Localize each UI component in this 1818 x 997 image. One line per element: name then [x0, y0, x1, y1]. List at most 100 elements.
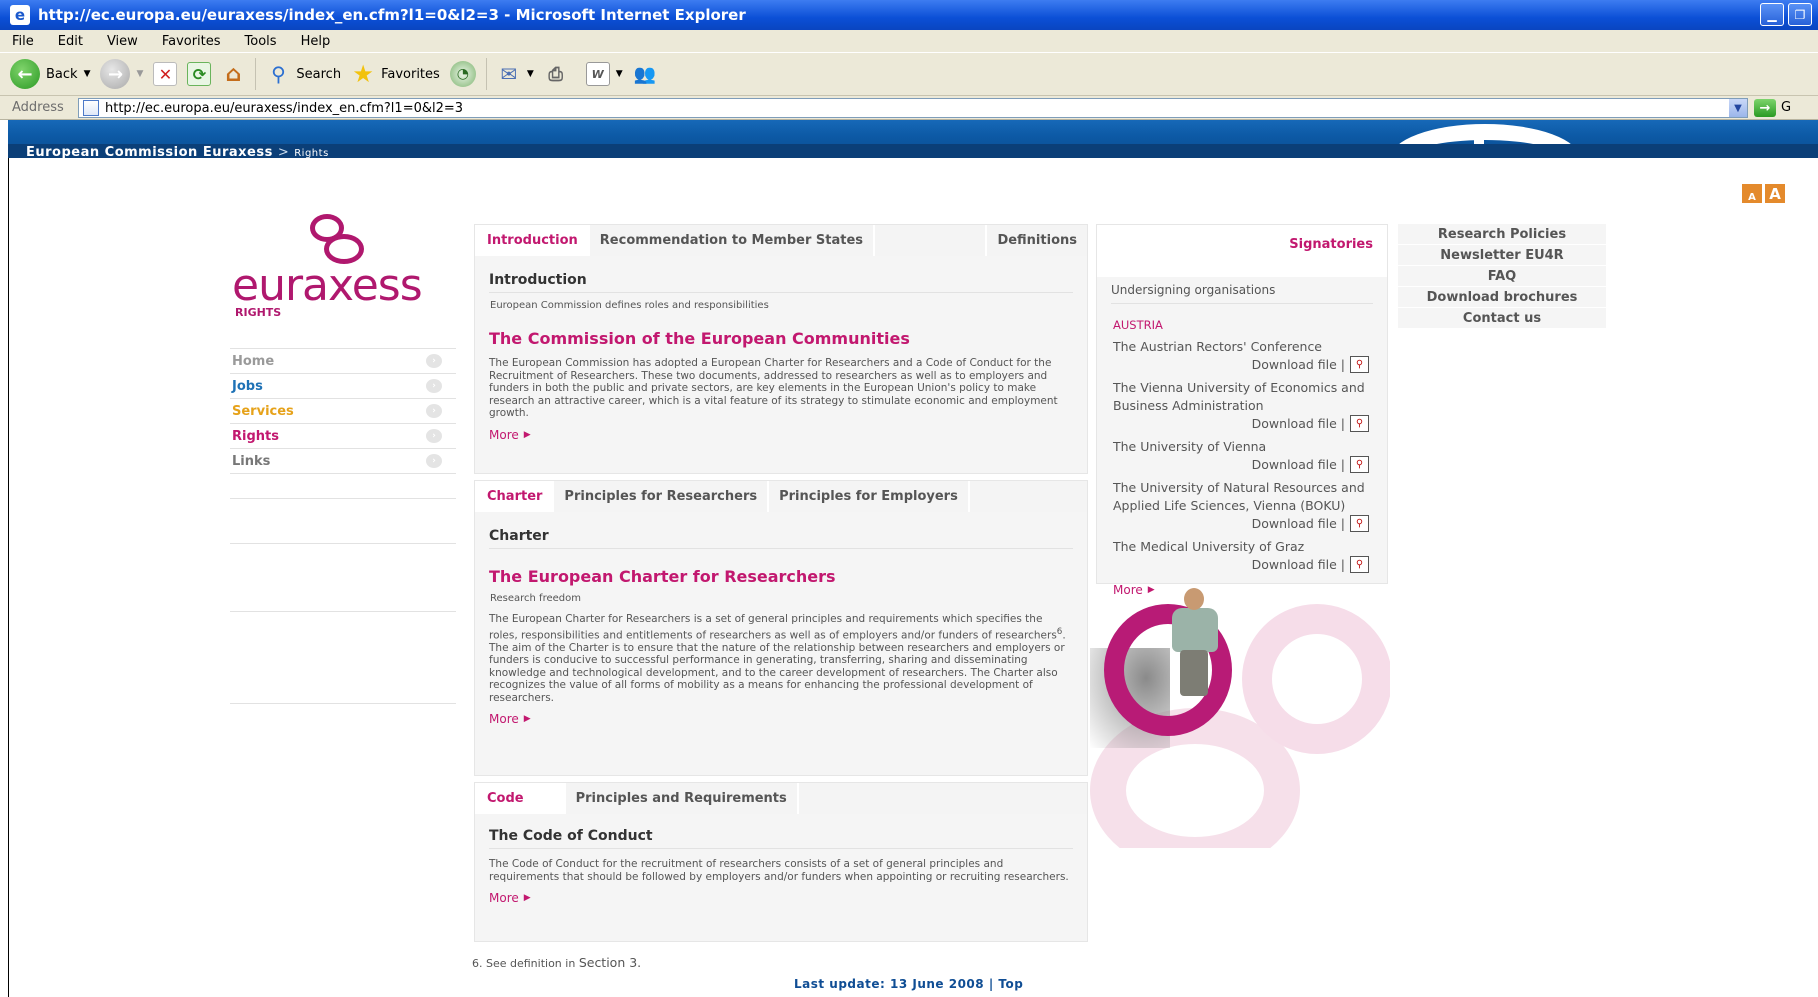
search-button[interactable]: ⚲ Search	[266, 62, 341, 86]
print-button[interactable]: ⎙	[544, 62, 568, 86]
top-link[interactable]: Top	[998, 977, 1023, 991]
download-file-link[interactable]: Download file | ⚲	[1097, 415, 1369, 432]
nav-item-services[interactable]: Services ›	[230, 398, 456, 423]
link-newsletter[interactable]: Newsletter EU4R	[1398, 245, 1606, 266]
favorites-button[interactable]: ★ Favorites	[351, 60, 440, 88]
pdf-icon[interactable]: ⚲	[1350, 456, 1369, 473]
menu-help[interactable]: Help	[301, 34, 331, 49]
link-download-brochures[interactable]: Download brochures	[1398, 287, 1606, 308]
window-controls: ▁ ❐	[1760, 3, 1812, 26]
more-arrow-icon: ▶	[523, 429, 531, 440]
history-button[interactable]: ◔	[449, 61, 476, 87]
link-faq[interactable]: FAQ	[1398, 266, 1606, 287]
address-label: Address	[12, 100, 64, 115]
article-body: The Code of Conduct for the recruitment …	[489, 858, 1069, 883]
menu-favorites[interactable]: Favorites	[162, 34, 221, 49]
logo-subtitle: RIGHTS	[235, 306, 282, 319]
tab-principles-employers[interactable]: Principles for Employers	[767, 480, 968, 512]
stop-icon: ✕	[153, 62, 178, 86]
more-arrow-icon: ▶	[523, 714, 531, 724]
nav-label-home: Home	[232, 353, 275, 369]
window-title: http://ec.europa.eu/euraxess/index_en.cf…	[38, 6, 746, 24]
forward-dropdown-icon[interactable]: ▼	[136, 69, 143, 79]
mail-icon: ✉	[500, 62, 518, 86]
pdf-icon[interactable]: ⚲	[1350, 515, 1369, 532]
font-increase-button[interactable]: A	[1765, 184, 1785, 203]
restore-button[interactable]: ❐	[1788, 3, 1812, 26]
section-title: The Code of Conduct	[489, 828, 1073, 849]
right-links: Research Policies Newsletter EU4R FAQ Do…	[1398, 224, 1606, 329]
address-dropdown-icon[interactable]: ▼	[1729, 99, 1747, 117]
minimize-button[interactable]: ▁	[1760, 3, 1784, 26]
signatories-panel: Signatories Undersigning organisations A…	[1096, 224, 1388, 597]
link-research-policies[interactable]: Research Policies	[1398, 224, 1606, 245]
go-arrow-icon[interactable]: →	[1754, 99, 1776, 117]
more-link[interactable]: More ▶	[489, 712, 531, 726]
nav-item-rights[interactable]: Rights ›	[230, 423, 456, 448]
pink-ring-graphic	[1242, 604, 1390, 754]
introduction-tabs: Introduction Recommendation to Member St…	[475, 224, 1087, 256]
pdf-icon[interactable]: ⚲	[1350, 415, 1369, 432]
mail-dropdown-icon[interactable]: ▼	[527, 69, 534, 79]
nav-item-jobs[interactable]: Jobs ›	[230, 373, 456, 398]
country-heading: AUSTRIA	[1113, 318, 1163, 332]
download-file-link[interactable]: Download file | ⚲	[1097, 356, 1369, 373]
code-panel: Code Principles and Requirements The Cod…	[474, 782, 1088, 942]
mail-button[interactable]: ✉ ▼	[497, 62, 534, 86]
forward-button[interactable]: → ▼	[100, 59, 143, 89]
search-icon: ⚲	[271, 62, 286, 86]
download-file-link[interactable]: Download file | ⚲	[1097, 456, 1369, 473]
charter-panel: Charter Principles for Researchers Princ…	[474, 480, 1088, 776]
stop-button[interactable]: ✕	[153, 62, 178, 86]
download-label: Download file |	[1251, 357, 1345, 372]
euraxess-logo[interactable]: euraxess RIGHTS	[232, 214, 447, 319]
window-titlebar: e http://ec.europa.eu/euraxess/index_en.…	[0, 0, 1818, 30]
home-button[interactable]: ⌂	[221, 62, 245, 87]
menu-edit[interactable]: Edit	[58, 34, 83, 49]
more-link[interactable]: More ▶	[489, 428, 531, 442]
menu-tools[interactable]: Tools	[245, 34, 277, 49]
link-contact-us[interactable]: Contact us	[1398, 308, 1606, 329]
menu-file[interactable]: File	[12, 34, 34, 49]
tab-recommendation[interactable]: Recommendation to Member States	[587, 224, 874, 256]
browser-toolbar: ← Back ▼ → ▼ ✕ ⟳ ⌂ ⚲ Search ★ Favorites …	[0, 52, 1818, 96]
signatories-title[interactable]: Signatories	[1289, 237, 1373, 252]
back-button[interactable]: ← Back ▼	[10, 59, 90, 89]
tab-definitions[interactable]: Definitions	[985, 224, 1087, 256]
pdf-icon[interactable]: ⚲	[1350, 356, 1369, 373]
toolbar-separator	[255, 58, 257, 90]
person-head	[1184, 588, 1204, 610]
nav-label-rights: Rights	[232, 428, 279, 444]
messenger-button[interactable]: 👥	[633, 62, 657, 86]
edit-dropdown-icon[interactable]: ▼	[616, 69, 623, 79]
pdf-icon[interactable]: ⚲	[1350, 556, 1369, 573]
address-url: http://ec.europa.eu/euraxess/index_en.cf…	[105, 100, 464, 116]
tab-principles-researchers[interactable]: Principles for Researchers	[552, 480, 768, 512]
nav-label-services: Services	[232, 403, 294, 419]
introduction-panel: Introduction Recommendation to Member St…	[474, 224, 1088, 474]
nav-label-links: Links	[232, 453, 271, 469]
footnote: 6. See definition in Section 3.	[472, 955, 641, 970]
breadcrumb-home-link[interactable]: European Commission Euraxess	[26, 145, 273, 160]
tab-introduction[interactable]: Introduction	[475, 224, 588, 256]
address-input[interactable]: http://ec.europa.eu/euraxess/index_en.cf…	[78, 98, 1748, 118]
download-file-link[interactable]: Download file | ⚲	[1097, 515, 1369, 532]
person-legs	[1180, 650, 1208, 696]
more-link[interactable]: More ▶	[489, 891, 531, 905]
tab-code[interactable]: Code	[475, 782, 564, 814]
tab-principles-requirements[interactable]: Principles and Requirements	[563, 782, 797, 814]
nav-item-home[interactable]: Home ›	[230, 348, 456, 373]
font-decrease-button[interactable]: A	[1742, 184, 1762, 203]
go-label[interactable]: G	[1781, 100, 1791, 115]
refresh-button[interactable]: ⟳	[187, 62, 212, 86]
tab-spacer	[796, 782, 1087, 814]
nav-item-links[interactable]: Links ›	[230, 448, 456, 473]
more-arrow-icon: ▶	[523, 893, 531, 903]
search-label: Search	[296, 66, 342, 82]
edit-button[interactable]: W ▼	[585, 62, 623, 86]
tab-charter[interactable]: Charter	[475, 480, 553, 512]
section-title: Charter	[489, 528, 1073, 549]
back-dropdown-icon[interactable]: ▼	[84, 69, 91, 79]
menu-view[interactable]: View	[107, 34, 138, 49]
download-file-link[interactable]: Download file | ⚲	[1097, 556, 1369, 573]
